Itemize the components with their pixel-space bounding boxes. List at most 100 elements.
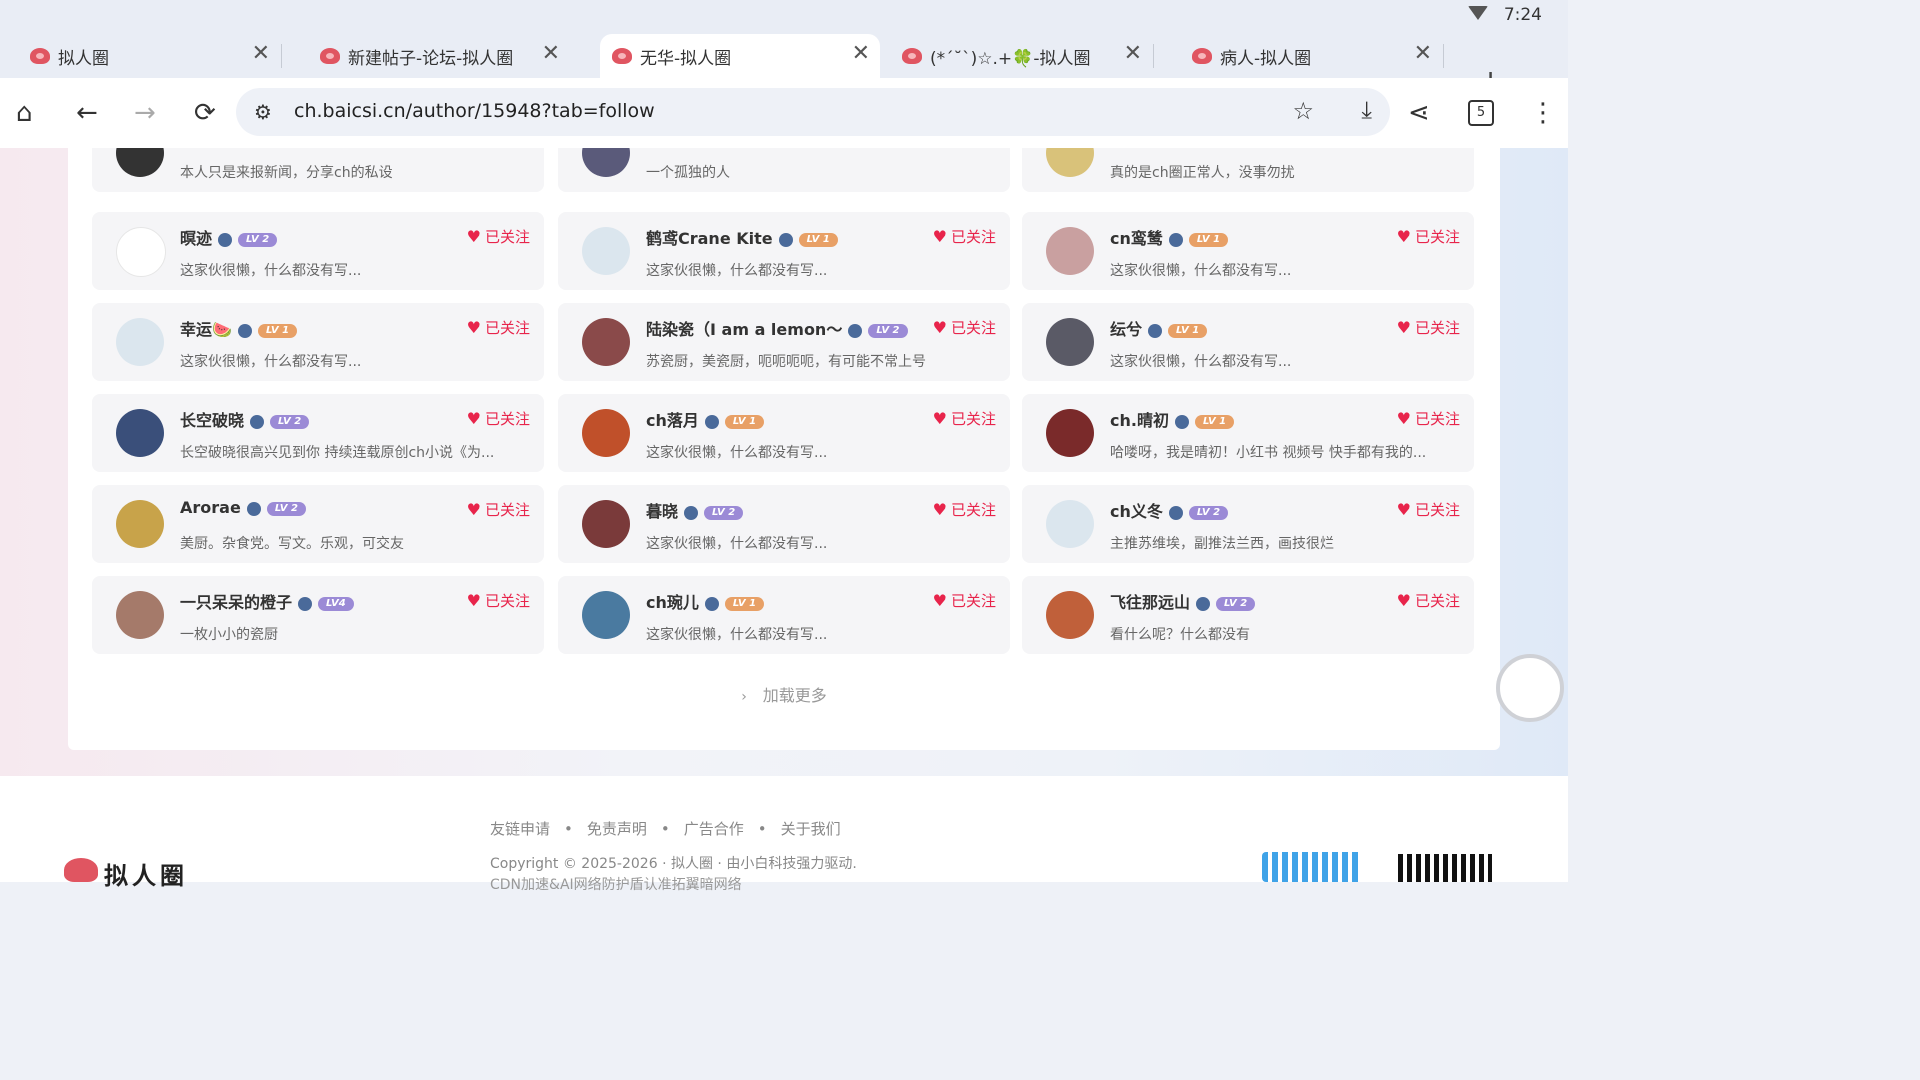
followed-button[interactable]: ♥已关注 xyxy=(467,317,530,338)
follow-user-card[interactable]: ch落月 LV 1 这家伙很懒，什么都没有写... ♥ 已关注 xyxy=(558,394,1010,472)
address-bar[interactable]: ⚙ ch.baicsi.cn/author/15948?tab=follow ☆… xyxy=(236,88,1390,136)
verified-badge-icon xyxy=(1168,232,1183,247)
avatar[interactable] xyxy=(1046,409,1094,457)
avatar[interactable] xyxy=(582,409,630,457)
follow-user-card[interactable]: 长空破晓 LV 2 长空破晓很高兴见到你 持续连载原创ch小说《为... ♥ 已关注 xyxy=(92,394,544,472)
avatar[interactable] xyxy=(116,148,164,177)
user-name[interactable]: ch.晴初 LV 1 xyxy=(1110,407,1235,431)
follow-user-card[interactable]: 一只呆呆的橙子 LV4 一枚小小的瓷厨 ♥ 已关注 xyxy=(92,576,544,654)
followed-button[interactable]: ♥已关注 xyxy=(467,499,530,520)
tab-1[interactable]: 拟人圈 ✕ xyxy=(0,34,282,78)
forward-icon[interactable]: → xyxy=(134,98,156,128)
footer-link-about[interactable]: 关于我们 xyxy=(781,820,841,838)
follow-user-card[interactable]: cn鸾鸶 LV 1 这家伙很懒，什么都没有写... ♥ 已关注 xyxy=(1022,212,1474,290)
user-name[interactable]: cn鸾鸶 LV 1 xyxy=(1110,225,1229,249)
followed-button[interactable]: ♥已关注 xyxy=(1397,226,1460,247)
avatar[interactable] xyxy=(582,148,630,177)
follow-user-card[interactable]: 暮晓 LV 2 这家伙很懒，什么都没有写... ♥ 已关注 xyxy=(558,485,1010,563)
close-icon[interactable]: ✕ xyxy=(252,42,270,66)
user-name[interactable]: ch琬儿 LV 1 xyxy=(646,589,765,613)
user-name[interactable]: Arorae LV 2 xyxy=(180,498,306,517)
close-icon[interactable]: ✕ xyxy=(1414,42,1432,66)
tab-4[interactable]: (*´˘`)☆.+🍀-拟人圈 ✕ xyxy=(872,34,1154,78)
close-icon[interactable]: ✕ xyxy=(1124,42,1142,66)
user-name[interactable]: 纭兮 LV 1 xyxy=(1110,316,1208,340)
avatar[interactable] xyxy=(1046,227,1094,275)
user-name[interactable]: 长空破晓 LV 2 xyxy=(180,407,310,431)
avatar[interactable] xyxy=(116,500,164,548)
user-name[interactable]: 一只呆呆的橙子 LV4 xyxy=(180,589,354,613)
followed-button[interactable]: ♥已关注 xyxy=(933,408,996,429)
user-name[interactable]: 飞往那远山 LV 2 xyxy=(1110,589,1256,613)
user-name[interactable]: 暝迹 LV 2 xyxy=(180,225,278,249)
followed-button[interactable]: ♥已关注 xyxy=(933,499,996,520)
follow-user-card[interactable]: ch.晴初 LV 1 哈喽呀，我是晴初！小红书 视频号 快手都有我的... ♥ 已关注 xyxy=(1022,394,1474,472)
avatar[interactable] xyxy=(116,318,164,366)
followed-button[interactable]: ♥已关注 xyxy=(1397,499,1460,520)
footer-link-friend[interactable]: 友链申请 xyxy=(490,820,550,838)
load-more-button[interactable]: › 加载更多 xyxy=(68,682,1500,706)
user-name[interactable]: ch落月 LV 1 xyxy=(646,407,765,431)
follow-user-card[interactable]: 陆染瓷（I am a lemon～ LV 2 苏瓷厨，美瓷厨，呃呃呃呃，有可能不常上… xyxy=(558,303,1010,381)
avatar[interactable] xyxy=(582,227,630,275)
back-icon[interactable]: ← xyxy=(76,98,98,128)
user-name[interactable]: 幸运🍉 LV 1 xyxy=(180,316,298,340)
url-text[interactable]: ch.baicsi.cn/author/15948?tab=follow xyxy=(294,100,655,122)
follow-user-card[interactable]: 鹤鸢Crane Kite LV 1 这家伙很懒，什么都没有写... ♥ 已关注 xyxy=(558,212,1010,290)
close-icon[interactable]: ✕ xyxy=(852,42,870,66)
tab-count-button[interactable]: 5 xyxy=(1468,100,1494,126)
avatar[interactable] xyxy=(582,318,630,366)
follow-user-card[interactable]: ch义冬 LV 2 主推苏维埃，副推法兰西，画技很烂 ♥ 已关注 xyxy=(1022,485,1474,563)
floating-assistive-button[interactable] xyxy=(1496,654,1564,722)
followed-button[interactable]: ♥已关注 xyxy=(467,226,530,247)
followed-button[interactable]: ♥已关注 xyxy=(933,148,996,149)
followed-button[interactable]: ♥已关注 xyxy=(467,590,530,611)
avatar[interactable] xyxy=(1046,591,1094,639)
follow-user-card[interactable]: Arorae LV 2 美厨。杂食党。写文。乐观，可交友 ♥ 已关注 xyxy=(92,485,544,563)
avatar[interactable] xyxy=(116,591,164,639)
followed-button[interactable]: ♥已关注 xyxy=(1397,590,1460,611)
user-name[interactable]: 鹤鸢Crane Kite LV 1 xyxy=(646,225,838,249)
follow-user-card[interactable]: 一个孤独的人 ♥已关注 xyxy=(558,148,1010,192)
close-icon[interactable]: ✕ xyxy=(542,42,560,66)
user-name[interactable]: 陆染瓷（I am a lemon～ LV 2 xyxy=(646,316,908,340)
avatar[interactable] xyxy=(1046,500,1094,548)
avatar[interactable] xyxy=(1046,148,1094,177)
followed-button[interactable]: ♥已关注 xyxy=(933,590,996,611)
followed-button[interactable]: ♥已关注 xyxy=(1397,148,1460,149)
user-name[interactable]: ch义冬 LV 2 xyxy=(1110,498,1229,522)
followed-button[interactable]: ♥已关注 xyxy=(1397,317,1460,338)
download-icon[interactable]: ⤓ xyxy=(1361,96,1372,124)
share-icon[interactable]: ⋖ xyxy=(1408,98,1430,128)
site-settings-icon[interactable]: ⚙ xyxy=(254,100,272,124)
avatar[interactable] xyxy=(582,591,630,639)
follow-user-card[interactable]: 飞往那远山 LV 2 看什么呢？什么都没有 ♥ 已关注 xyxy=(1022,576,1474,654)
home-icon[interactable]: ⌂ xyxy=(16,98,33,128)
follow-user-card[interactable]: 暝迹 LV 2 这家伙很懒，什么都没有写... ♥ 已关注 xyxy=(92,212,544,290)
follow-user-card[interactable]: ch琬儿 LV 1 这家伙很懒，什么都没有写... ♥ 已关注 xyxy=(558,576,1010,654)
avatar[interactable] xyxy=(116,227,166,277)
user-name[interactable]: 暮晓 LV 2 xyxy=(646,498,744,522)
followed-button[interactable]: ♥已关注 xyxy=(1397,408,1460,429)
followed-button[interactable]: ♥已关注 xyxy=(467,408,530,429)
star-icon[interactable]: ☆ xyxy=(1292,97,1314,125)
follow-user-card[interactable]: 真的是ch圈正常人，没事勿扰 ♥已关注 xyxy=(1022,148,1474,192)
tab-3-active[interactable]: 无华-拟人圈 ✕ xyxy=(600,34,880,78)
level-badge: LV 2 xyxy=(868,323,908,338)
footer-link-disclaimer[interactable]: 免责声明 xyxy=(587,820,647,838)
tab-5[interactable]: 病人-拟人圈 ✕ xyxy=(1162,34,1444,78)
followed-button[interactable]: ♥已关注 xyxy=(933,317,996,338)
footer-link-ads[interactable]: 广告合作 xyxy=(684,820,744,838)
tab-2[interactable]: 新建帖子-论坛-拟人圈 ✕ xyxy=(290,34,570,78)
followed-button[interactable]: ♥已关注 xyxy=(467,148,530,149)
avatar[interactable] xyxy=(1046,318,1094,366)
avatar[interactable] xyxy=(582,500,630,548)
followed-label: 已关注 xyxy=(484,319,530,337)
follow-user-card[interactable]: 幸运🍉 LV 1 这家伙很懒，什么都没有写... ♥ 已关注 xyxy=(92,303,544,381)
follow-user-card[interactable]: 本人只是来报新闻，分享ch的私设 ♥已关注 xyxy=(92,148,544,192)
menu-icon[interactable]: ⋮ xyxy=(1530,98,1556,128)
follow-user-card[interactable]: 纭兮 LV 1 这家伙很懒，什么都没有写... ♥ 已关注 xyxy=(1022,303,1474,381)
followed-button[interactable]: ♥已关注 xyxy=(933,226,996,247)
avatar[interactable] xyxy=(116,409,164,457)
reload-icon[interactable]: ⟳ xyxy=(194,98,216,128)
